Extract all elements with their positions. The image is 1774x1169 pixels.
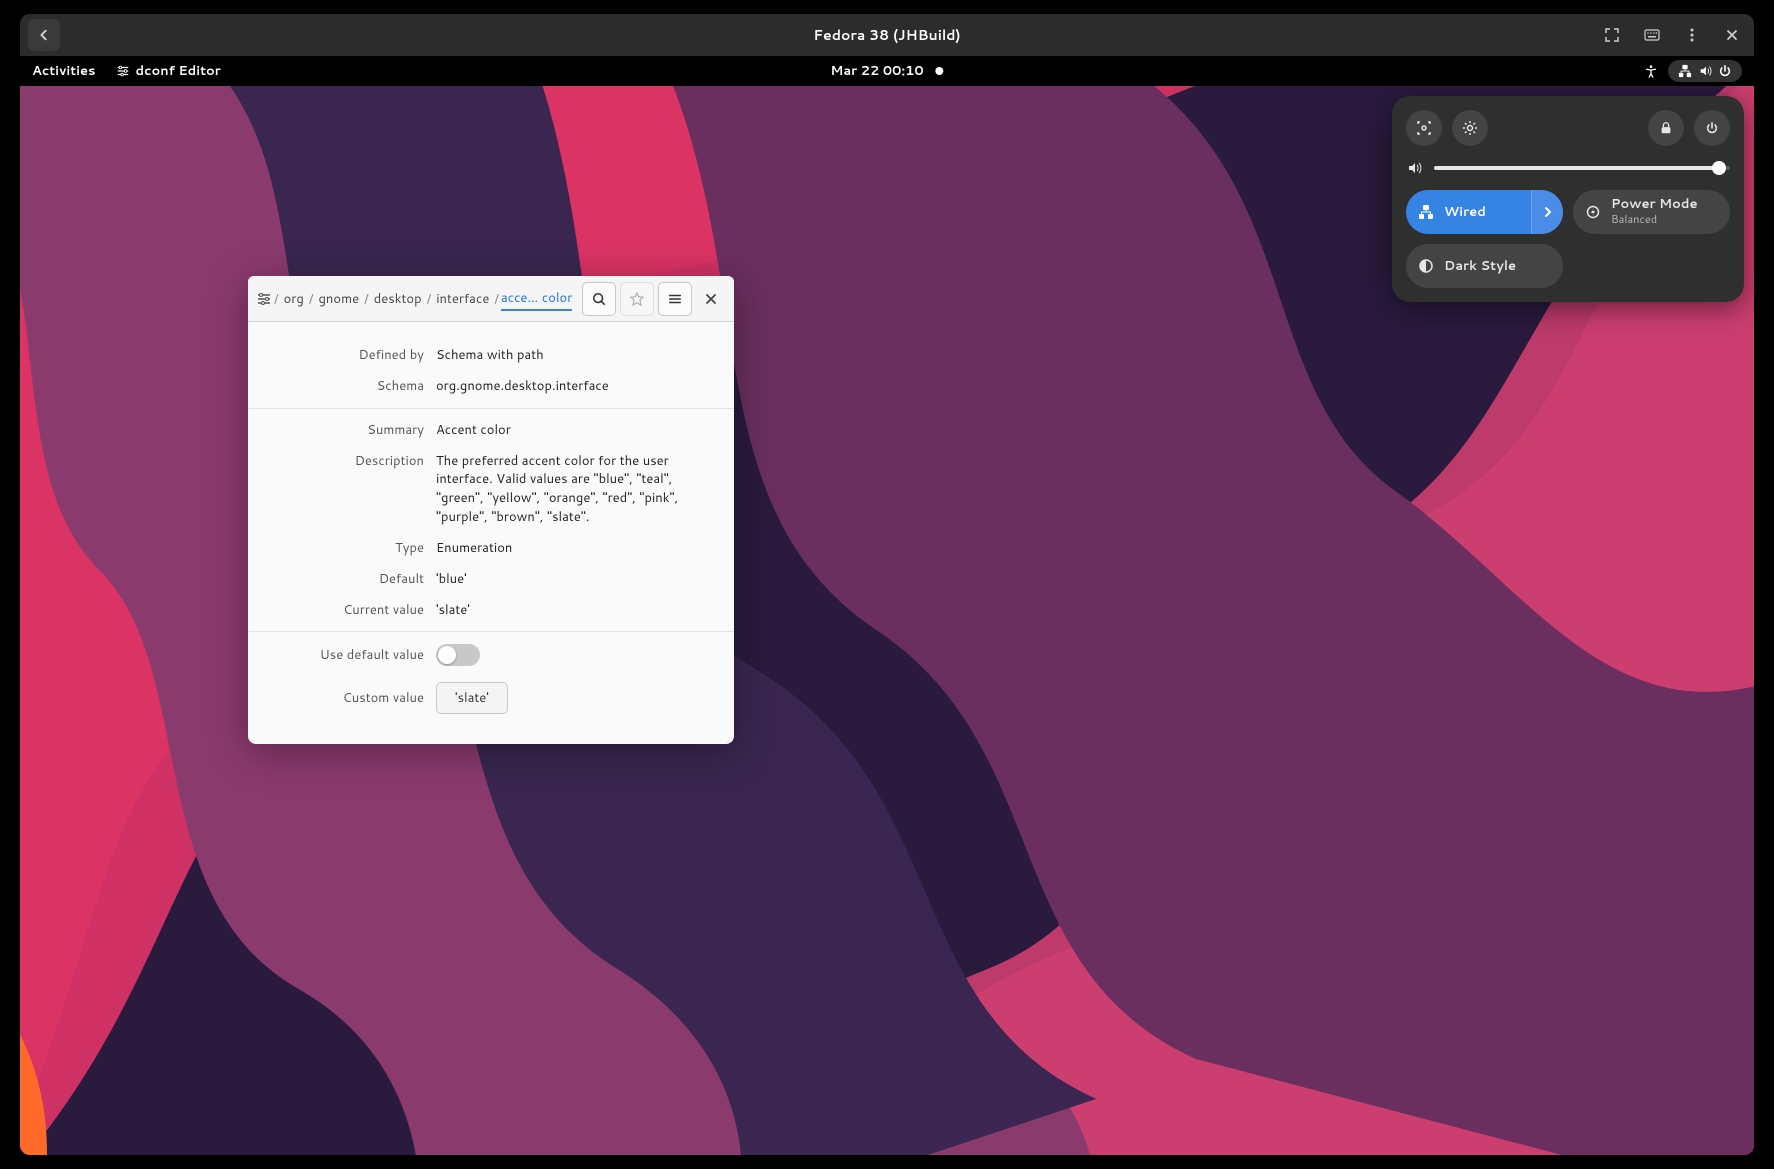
sliders-icon [256, 291, 272, 307]
clock-text: Mar 22 00:10 [830, 62, 923, 80]
type-value: Enumeration [436, 539, 716, 558]
fullscreen-icon [1605, 28, 1619, 42]
close-window-button[interactable] [696, 293, 726, 305]
notification-dot-icon [936, 67, 944, 75]
current-label: Current value [266, 601, 436, 620]
power-mode-label: Power Mode [1611, 197, 1697, 211]
menu-button[interactable] [1678, 21, 1706, 49]
keyboard-icon [1644, 29, 1660, 41]
star-icon [630, 292, 644, 306]
network-wired-icon [1678, 64, 1692, 78]
dconf-body: Defined bySchema with path Schemaorg.gno… [248, 322, 734, 744]
lock-button[interactable] [1648, 110, 1684, 146]
back-button[interactable] [28, 19, 60, 51]
search-icon [592, 292, 606, 306]
titlebar-controls [1598, 21, 1746, 49]
gnome-topbar: Activities dconf Editor Mar 22 00:10 [20, 56, 1754, 86]
accessibility-icon[interactable] [1644, 64, 1658, 78]
desktop-area: / org / gnome / desktop / interface / ac… [20, 86, 1754, 1155]
screenshot-button[interactable] [1406, 110, 1442, 146]
chevron-left-icon [37, 28, 51, 42]
app-menu[interactable]: dconf Editor [116, 62, 221, 80]
clock-button[interactable]: Mar 22 00:10 [830, 62, 943, 80]
dconf-headerbar: / org / gnome / desktop / interface / ac… [248, 276, 734, 322]
volume-row [1406, 160, 1730, 176]
keyboard-button[interactable] [1638, 21, 1666, 49]
bookmark-button[interactable] [620, 282, 654, 316]
app-menu-label: dconf Editor [136, 62, 221, 80]
kebab-icon [1690, 28, 1694, 42]
use-default-toggle[interactable] [436, 644, 480, 666]
chevron-right-icon [1542, 206, 1554, 218]
dconf-editor-window: / org / gnome / desktop / interface / ac… [248, 276, 734, 744]
close-vm-button[interactable] [1718, 21, 1746, 49]
close-icon [705, 293, 717, 305]
hamburger-menu-button[interactable] [658, 282, 692, 316]
volume-icon [1698, 64, 1712, 78]
use-default-label: Use default value [266, 646, 436, 664]
network-wired-icon [1418, 204, 1434, 220]
settings-button[interactable] [1452, 110, 1488, 146]
description-value: The preferred accent color for the user … [436, 452, 716, 527]
default-value: 'blue' [436, 570, 716, 589]
power-mode-toggle[interactable]: Power Mode Balanced [1573, 190, 1730, 234]
custom-value-button[interactable]: 'slate' [436, 682, 508, 714]
sliders-icon [116, 64, 130, 78]
dark-style-toggle[interactable]: Dark Style [1406, 244, 1563, 288]
power-mode-icon [1585, 204, 1601, 220]
description-label: Description [266, 452, 436, 527]
defined-by-value: Schema with path [436, 346, 716, 365]
power-mode-sub: Balanced [1611, 211, 1697, 227]
lock-icon [1659, 121, 1673, 135]
quick-settings-panel: Wired Power Mode Balanced Dark Style [1392, 96, 1744, 302]
gear-icon [1462, 120, 1478, 136]
vm-window: Fedora 38 (JHBuild) Activities dconf Edi… [20, 14, 1754, 1155]
wired-expand[interactable] [1531, 190, 1563, 234]
search-button[interactable] [582, 282, 616, 316]
dark-style-label: Dark Style [1444, 259, 1516, 273]
current-value: 'slate' [436, 601, 716, 620]
breadcrumb-interface[interactable]: interface [433, 287, 492, 311]
power-menu-button[interactable] [1694, 110, 1730, 146]
power-icon [1718, 64, 1732, 78]
wired-toggle[interactable]: Wired [1406, 190, 1563, 234]
custom-label: Custom value [266, 689, 436, 707]
close-icon [1726, 29, 1738, 41]
activities-button[interactable]: Activities [32, 62, 96, 80]
volume-icon [1406, 160, 1422, 176]
system-status-area[interactable] [1668, 60, 1742, 82]
dconf-breadcrumb[interactable]: / org / gnome / desktop / interface / ac… [256, 287, 578, 311]
type-label: Type [266, 539, 436, 558]
breadcrumb-desktop[interactable]: desktop [371, 287, 425, 311]
titlebar: Fedora 38 (JHBuild) [20, 14, 1754, 56]
screenshot-icon [1416, 120, 1432, 136]
wired-label: Wired [1444, 205, 1486, 219]
fullscreen-button[interactable] [1598, 21, 1626, 49]
breadcrumb-gnome[interactable]: gnome [315, 287, 362, 311]
volume-slider[interactable] [1434, 166, 1730, 170]
defined-by-label: Defined by [266, 346, 436, 365]
schema-value: org.gnome.desktop.interface [436, 377, 716, 396]
summary-label: Summary [266, 421, 436, 440]
hamburger-icon [668, 292, 682, 306]
default-label: Default [266, 570, 436, 589]
dark-style-icon [1418, 258, 1434, 274]
power-icon [1705, 121, 1719, 135]
summary-value: Accent color [436, 421, 716, 440]
breadcrumb-org[interactable]: org [281, 287, 307, 311]
schema-label: Schema [266, 377, 436, 396]
window-title: Fedora 38 (JHBuild) [813, 25, 960, 45]
breadcrumb-current[interactable]: acce… color [501, 289, 572, 311]
